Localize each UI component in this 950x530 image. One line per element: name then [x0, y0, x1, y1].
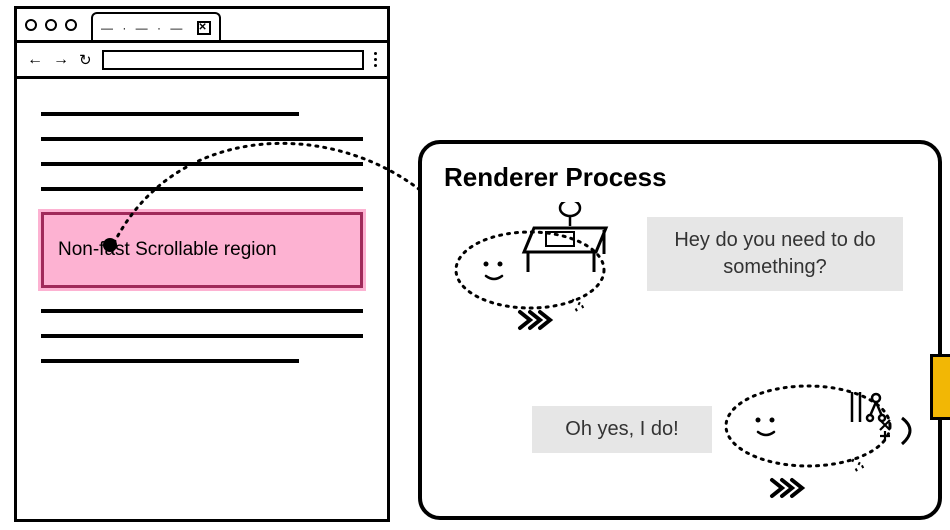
window-dot[interactable]: [65, 19, 77, 31]
browser-toolbar: ← → ↻: [17, 43, 387, 79]
back-icon[interactable]: ←: [27, 51, 43, 69]
speech-bubble: Oh yes, I do!: [532, 406, 712, 453]
tab-title: — · — · —: [101, 21, 185, 35]
content-line: [41, 112, 299, 116]
main-thread-critter-icon: [712, 364, 932, 514]
speech-bubble: Hey do you need to do something?: [647, 217, 903, 291]
region-label: Non-fast Scrollable region: [58, 239, 346, 261]
browser-tab[interactable]: — · — · — ✕: [91, 12, 221, 42]
content-line: [41, 309, 363, 313]
reload-icon[interactable]: ↻: [79, 51, 92, 69]
content-line: [41, 359, 299, 363]
compositor-critter-icon: [442, 202, 642, 342]
window-dot[interactable]: [45, 19, 57, 31]
content-line: [41, 137, 363, 141]
content-line: [41, 162, 363, 166]
browser-window: — · — · — ✕ ← → ↻ Non-fast Scrollable re…: [14, 6, 390, 522]
browser-titlebar: — · — · — ✕: [17, 9, 387, 43]
renderer-process-panel: Renderer Process: [418, 140, 942, 520]
page-content: Non-fast Scrollable region: [17, 79, 387, 396]
compositor-thread-row: Hey do you need to do something?: [442, 202, 642, 347]
window-dot[interactable]: [25, 19, 37, 31]
non-fast-scrollable-region: Non-fast Scrollable region: [41, 212, 363, 288]
content-line: [41, 187, 363, 191]
close-icon[interactable]: ✕: [197, 21, 211, 35]
panel-title: Renderer Process: [444, 162, 916, 193]
content-line: [41, 334, 363, 338]
menu-icon[interactable]: [374, 52, 377, 67]
js-box: JS: [930, 354, 950, 420]
address-input[interactable]: [102, 50, 364, 70]
forward-icon[interactable]: →: [53, 51, 69, 69]
